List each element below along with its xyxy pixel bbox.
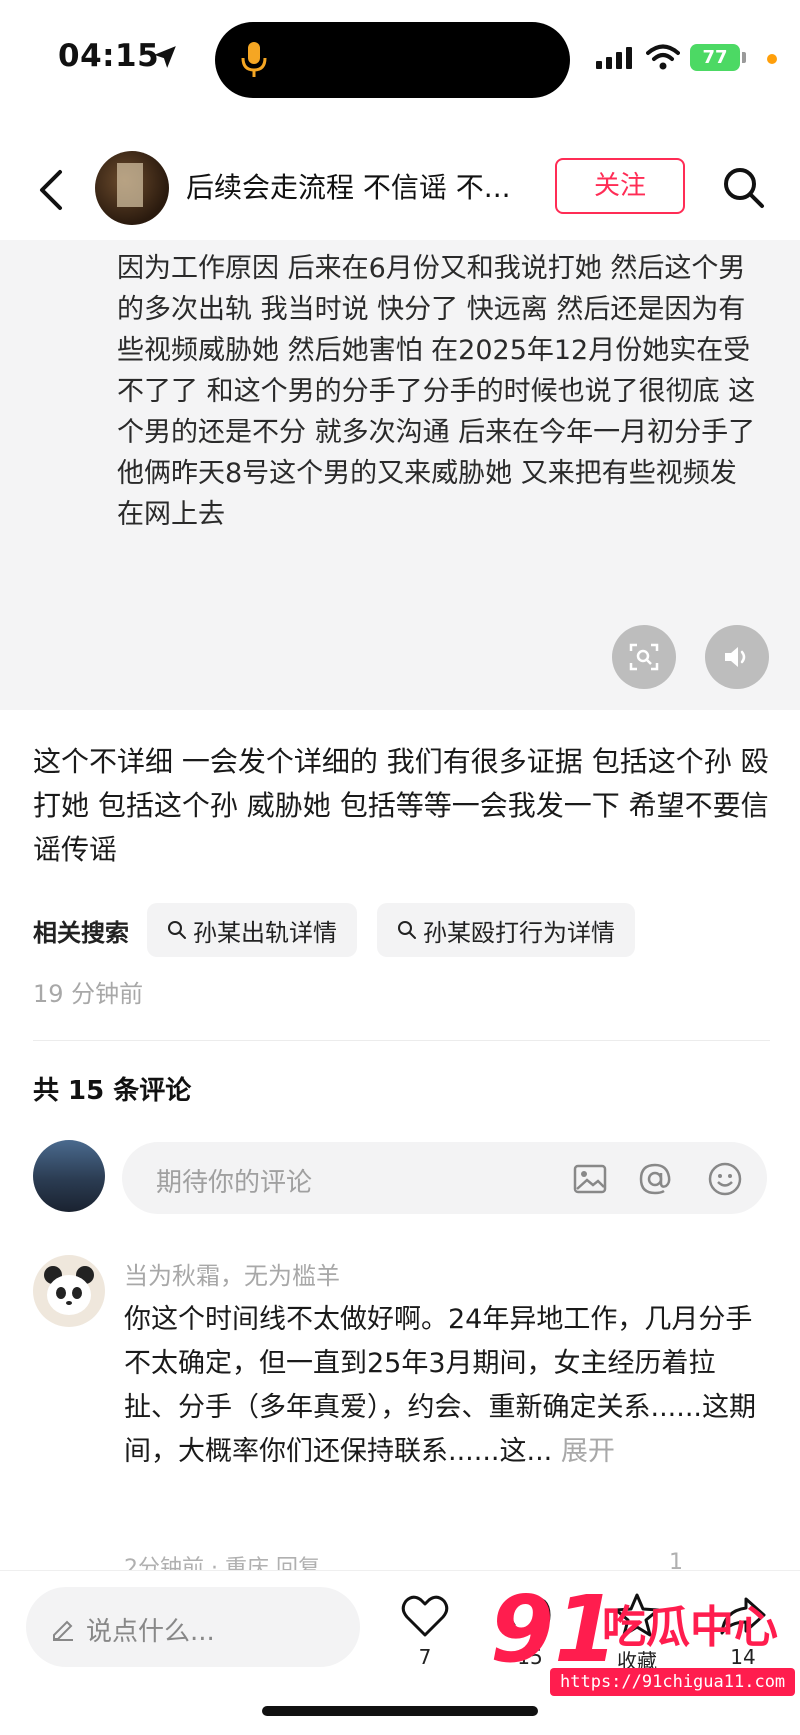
microphone-icon	[241, 42, 267, 77]
search-icon	[398, 921, 416, 939]
commenter-name[interactable]: 当为秋霜，无为槛羊	[124, 1256, 340, 1291]
privacy-dot	[767, 54, 777, 64]
image-icon[interactable]	[572, 1161, 608, 1197]
pencil-icon	[53, 1620, 73, 1641]
follow-button[interactable]: 关注	[555, 158, 685, 214]
watermark-number: 91	[490, 1576, 619, 1683]
watermark-logo: 91 吃瓜中心 https://91chigua11.com	[490, 1576, 796, 1700]
comment-like-count[interactable]: 1	[669, 1550, 683, 1570]
status-bar: 04:15 77	[0, 0, 800, 120]
say-something-input[interactable]: 说点什么...	[26, 1587, 360, 1667]
at-mention-icon[interactable]	[637, 1161, 673, 1197]
search-icon[interactable]	[722, 166, 766, 210]
post-image[interactable]: 因为工作原因 后来在6月份又和我说打她 然后这个男的多次出轨 我当时说 快分了 …	[0, 240, 800, 710]
say-placeholder: 说点什么...	[86, 1617, 215, 1647]
comment-placeholder: 期待你的评论	[156, 1168, 313, 1198]
cellular-signal-icon	[596, 47, 632, 69]
like-count: 7	[418, 1645, 432, 1669]
home-indicator[interactable]	[262, 1706, 538, 1716]
battery-tip	[742, 52, 746, 63]
expand-link[interactable]: 展开	[561, 1436, 615, 1467]
battery-level: 77	[702, 47, 728, 68]
like-heart-icon[interactable]	[400, 1591, 450, 1641]
post-title[interactable]: 后续会走流程 不信谣 不...	[186, 166, 526, 206]
comment-meta: 2分钟前 · 重庆 回复 1	[124, 1550, 774, 1570]
comment-text: 你这个时间线不太做好啊。24年异地工作，几月分手不太确定，但一直到25年3月期间…	[124, 1298, 764, 1474]
divider	[33, 1040, 770, 1041]
commenter-avatar[interactable]	[33, 1255, 105, 1327]
sound-button[interactable]	[705, 625, 769, 689]
related-chip-2[interactable]: 孙某殴打行为详情	[377, 903, 635, 957]
related-chip-1[interactable]: 孙某出轨详情	[147, 903, 357, 957]
location-arrow-icon	[154, 46, 176, 68]
author-avatar[interactable]	[95, 151, 169, 225]
scan-icon	[629, 643, 659, 671]
comment-input[interactable]: 期待你的评论	[122, 1142, 767, 1214]
watermark-url: https://91chigua11.com	[550, 1668, 796, 1696]
related-search-label: 相关搜索	[33, 918, 129, 947]
comment-time-location: 2分钟前 · 重庆 回复	[124, 1556, 320, 1570]
wifi-icon	[646, 44, 680, 70]
related-chip-label: 孙某殴打行为详情	[423, 918, 615, 947]
related-chip-label: 孙某出轨详情	[193, 918, 337, 947]
image-scan-button[interactable]	[612, 625, 676, 689]
panda-avatar-icon	[44, 1266, 94, 1315]
comment-body: 你这个时间线不太做好啊。24年异地工作，几月分手不太确定，但一直到25年3月期间…	[124, 1304, 756, 1467]
my-avatar	[33, 1140, 105, 1212]
dynamic-island	[215, 22, 570, 98]
related-search: 相关搜索 孙某出轨详情 孙某殴打行为详情	[33, 902, 655, 958]
status-time: 04:15	[58, 38, 160, 74]
speaker-icon	[725, 647, 746, 667]
watermark-name: 吃瓜中心	[602, 1602, 778, 1653]
post-header: 后续会走流程 不信谣 不... 关注	[0, 140, 800, 240]
image-text: 因为工作原因 后来在6月份又和我说打她 然后这个男的多次出轨 我当时说 快分了 …	[117, 253, 756, 530]
post-body: 这个不详细 一会发个详细的 我们有很多证据 包括这个孙 殴打她 包括这个孙 威胁…	[33, 745, 769, 866]
back-arrow-icon[interactable]	[36, 168, 66, 212]
battery-indicator: 77	[690, 44, 740, 71]
search-icon	[168, 921, 186, 939]
comment-count: 共 15 条评论	[33, 1076, 192, 1106]
post-timestamp: 19 分钟前	[33, 980, 144, 1008]
emoji-icon[interactable]	[707, 1161, 743, 1197]
